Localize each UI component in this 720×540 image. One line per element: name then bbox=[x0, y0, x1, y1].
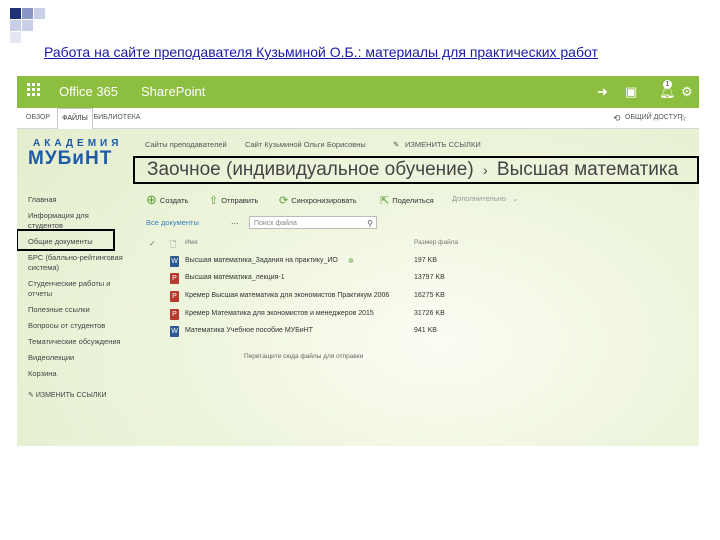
sharepoint-label[interactable]: SharePoint bbox=[141, 84, 205, 99]
sidebar-item-brs[interactable]: БРС (балльно-рейтинговая система) bbox=[28, 253, 124, 273]
topnav-teacher-sites[interactable]: Сайты преподавателей bbox=[145, 140, 227, 149]
file-name-link[interactable]: Кремер Математика для экономистов и мене… bbox=[185, 310, 374, 317]
word-doc-icon: W bbox=[170, 256, 179, 267]
page-title: Заочное (индивидуальное обучение) › Высш… bbox=[133, 156, 699, 184]
topnav-edit-links[interactable]: ИЗМЕНИТЬ ССЫЛКИ bbox=[405, 140, 481, 149]
file-size: 197 KB bbox=[414, 257, 437, 264]
app-launcher-icon[interactable] bbox=[27, 83, 41, 100]
file-size: 16275 KB bbox=[414, 292, 445, 299]
search-icon[interactable]: ⚲ bbox=[367, 217, 373, 230]
create-button[interactable]: ⊕ Создать bbox=[146, 192, 188, 208]
slide-title-link[interactable]: Работа на сайте преподавателя Кузьминой … bbox=[44, 44, 598, 60]
share-arrow-icon: ⇱ bbox=[380, 195, 390, 207]
decor-square bbox=[10, 8, 21, 19]
word-doc-icon: W bbox=[170, 326, 179, 337]
suite-bar: Office 365 SharePoint ➜ ▣ 🔔︎ 1 ⚙ bbox=[17, 76, 699, 108]
sync-button[interactable]: ⟳ Синхронизировать bbox=[279, 194, 357, 207]
sidebar-item-video-lectures[interactable]: Видеолекции bbox=[28, 353, 124, 363]
sidebar-edit-links[interactable]: ✎ ИЗМЕНИТЬ ССЫЛКИ bbox=[28, 391, 106, 399]
upload-arrow-icon: ⇧ bbox=[209, 195, 219, 207]
share-docs-button[interactable]: ⇱ Поделиться bbox=[380, 194, 434, 207]
pencil-icon: ✎ bbox=[393, 140, 400, 149]
decor-square bbox=[22, 8, 33, 19]
upload-label: Отправить bbox=[221, 196, 259, 205]
new-file-star-icon: ✲ bbox=[348, 258, 354, 265]
sidebar-item-student-questions[interactable]: Вопросы от студентов bbox=[28, 321, 124, 331]
sync-icon: ⟳ bbox=[279, 195, 289, 207]
column-header-size[interactable]: Размер файла bbox=[414, 239, 458, 246]
page-title-part1[interactable]: Заочное (индивидуальное обучение) bbox=[147, 159, 474, 180]
column-header-name[interactable]: Имя bbox=[185, 239, 198, 246]
more-views-icon[interactable]: ... bbox=[231, 216, 239, 226]
page-title-part2: Высшая математика bbox=[496, 159, 679, 180]
decor-square bbox=[34, 8, 45, 19]
tab-library[interactable]: БИБЛИОТЕКА bbox=[93, 108, 141, 128]
share-icon[interactable]: ⟲ bbox=[613, 108, 621, 128]
decor-square bbox=[10, 20, 21, 31]
notification-badge: 1 bbox=[663, 80, 672, 89]
pdf-doc-icon: P bbox=[170, 309, 179, 320]
select-all-checkmark-icon[interactable]: ✓ bbox=[149, 239, 156, 248]
plus-circle-icon: ⊕ bbox=[146, 192, 157, 207]
search-placeholder: Поиск файла bbox=[254, 220, 297, 227]
file-name-link[interactable]: Высшая математика_Задания на практику_ИО bbox=[185, 257, 338, 264]
outlook-icon[interactable]: ▣ bbox=[625, 84, 637, 100]
breadcrumb-separator-icon: › bbox=[482, 162, 488, 178]
shared-documents-highlight-box bbox=[17, 229, 115, 251]
file-name-link[interactable]: Высшая математика_лекция-1 bbox=[185, 274, 285, 281]
view-all-documents[interactable]: Все документы bbox=[146, 218, 199, 227]
sign-in-icon[interactable]: ➜ bbox=[597, 84, 608, 100]
tab-browse[interactable]: ОБЗОР bbox=[21, 108, 55, 128]
search-input[interactable]: Поиск файла ⚲ bbox=[249, 216, 377, 229]
pdf-doc-icon: P bbox=[170, 273, 179, 284]
pdf-doc-icon: P bbox=[170, 291, 179, 302]
follow-star-icon[interactable]: ☆ bbox=[679, 108, 687, 128]
file-size: 941 KB bbox=[414, 327, 437, 334]
tab-files[interactable]: ФАЙЛЫ bbox=[57, 108, 93, 129]
more-dropdown[interactable]: Дополнительно ⌄ bbox=[452, 194, 518, 203]
sidebar-item-student-works[interactable]: Студенческие работы и отчеты bbox=[28, 279, 124, 299]
file-size: 13797 KB bbox=[414, 274, 445, 281]
sidebar-item-student-info[interactable]: Информация для студентов bbox=[28, 211, 124, 231]
pencil-icon: ✎ bbox=[28, 392, 36, 399]
sidebar-edit-links-label: ИЗМЕНИТЬ ССЫЛКИ bbox=[35, 392, 107, 399]
file-size: 31726 KB bbox=[414, 310, 445, 317]
sharepoint-screenshot: Office 365 SharePoint ➜ ▣ 🔔︎ 1 ⚙ ОБЗОР Ф… bbox=[17, 76, 699, 446]
share-docs-label: Поделиться bbox=[392, 196, 434, 205]
file-type-header-icon: 🗋︎ bbox=[170, 240, 177, 249]
office365-label[interactable]: Office 365 bbox=[59, 84, 118, 99]
share-button[interactable]: ОБЩИЙ ДОСТУП bbox=[625, 108, 682, 128]
sidebar-item-home[interactable]: Главная bbox=[28, 195, 124, 205]
file-name-link[interactable]: Кремер Высшая математика для экономистов… bbox=[185, 292, 389, 299]
settings-gear-icon[interactable]: ⚙ bbox=[681, 84, 693, 100]
upload-button[interactable]: ⇧ Отправить bbox=[209, 194, 258, 207]
ribbon-bar: ОБЗОР ФАЙЛЫ БИБЛИОТЕКА ⟲ ОБЩИЙ ДОСТУП ☆ bbox=[17, 108, 699, 129]
sidebar-item-discussions[interactable]: Тематические обсуждения bbox=[28, 337, 124, 347]
decor-square bbox=[22, 20, 33, 31]
topnav-kuzmina-site[interactable]: Сайт Кузьминой Ольги Борисовны bbox=[245, 140, 366, 149]
create-label: Создать bbox=[159, 196, 189, 205]
sidebar-item-recycle-bin[interactable]: Корзина bbox=[28, 369, 124, 379]
drop-files-hint[interactable]: Перетащите сюда файлы для отправки bbox=[244, 353, 363, 360]
chevron-down-icon: ⌄ bbox=[512, 194, 519, 203]
logo-mubint-text[interactable]: МУБиНТ bbox=[28, 148, 112, 170]
more-label: Дополнительно bbox=[452, 194, 506, 203]
file-name-link[interactable]: Математика Учебное пособие МУБиНТ bbox=[185, 327, 313, 334]
decor-square bbox=[10, 32, 21, 43]
sync-label: Синхронизировать bbox=[291, 196, 357, 205]
sidebar-item-useful-links[interactable]: Полезные ссылки bbox=[28, 305, 124, 315]
